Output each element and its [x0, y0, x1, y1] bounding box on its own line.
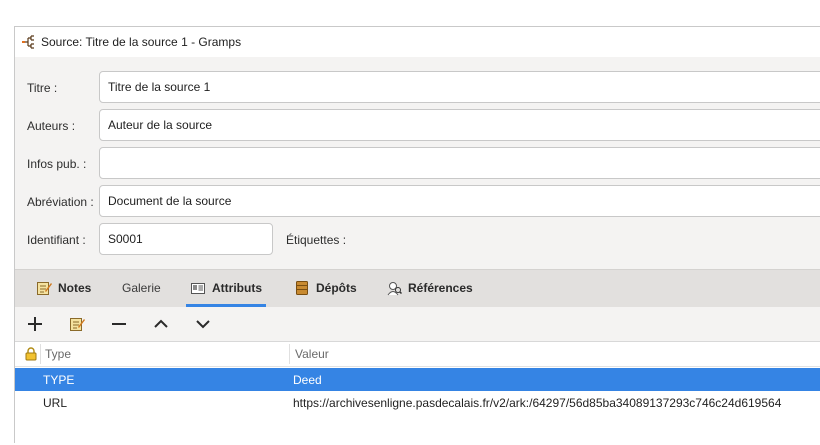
- id-field[interactable]: S0001: [99, 223, 273, 255]
- notes-icon: [36, 280, 52, 296]
- tags-label[interactable]: Étiquettes :: [286, 233, 346, 247]
- table-header: Type Valeur: [15, 342, 820, 367]
- row-type-cell: URL: [43, 395, 68, 410]
- abbrev-field[interactable]: Document de la source: [99, 185, 820, 217]
- table-row[interactable]: URL https://archivesenligne.pasdecalais.…: [15, 391, 820, 414]
- attributes-toolbar: [15, 307, 820, 341]
- gramps-app-icon: [22, 35, 36, 49]
- move-up-button[interactable]: [148, 311, 174, 337]
- table-row[interactable]: TYPE Deed: [15, 368, 820, 391]
- attributes-table: Type Valeur TYPE Deed URL https://archiv…: [15, 341, 820, 445]
- edit-icon: [70, 318, 85, 331]
- tab-bar: Notes Galerie Attributs Dépôts Référence…: [15, 269, 820, 307]
- private-column-header[interactable]: [24, 342, 38, 366]
- value-column-header[interactable]: Valeur: [295, 342, 329, 366]
- row-type-cell: TYPE: [43, 372, 75, 387]
- tab-references[interactable]: Références: [386, 270, 473, 306]
- column-separator: [289, 344, 290, 364]
- add-icon: [28, 317, 42, 331]
- references-icon: [386, 280, 402, 296]
- pubinfo-row: Infos pub. :: [15, 147, 820, 181]
- tab-notes[interactable]: Notes: [36, 270, 91, 306]
- title-label: Titre :: [27, 81, 58, 95]
- row-value-cell: https://archivesenligne.pasdecalais.fr/v…: [293, 395, 782, 410]
- tab-attributes-label: Attributs: [212, 281, 262, 295]
- id-row: Identifiant : S0001 Étiquettes :: [15, 223, 820, 257]
- type-column-header[interactable]: Type: [45, 342, 71, 366]
- add-button[interactable]: [22, 311, 48, 337]
- title-field[interactable]: Titre de la source 1: [99, 71, 820, 103]
- lock-icon: [25, 347, 37, 361]
- tab-notes-label: Notes: [58, 281, 92, 295]
- window-title: Source: Titre de la source 1 - Gramps: [41, 35, 242, 49]
- author-label: Auteurs :: [27, 119, 76, 133]
- titlebar: Source: Titre de la source 1 - Gramps: [15, 27, 820, 57]
- tab-repositories[interactable]: Dépôts: [294, 270, 357, 306]
- tab-gallery-label: Galerie: [122, 281, 161, 295]
- id-label: Identifiant :: [27, 233, 86, 247]
- pubinfo-field[interactable]: [99, 147, 820, 179]
- title-row: Titre : Titre de la source 1: [15, 71, 820, 105]
- repository-icon: [294, 280, 310, 296]
- arrow-up-icon: [154, 319, 168, 328]
- tab-gallery[interactable]: Galerie: [122, 270, 161, 306]
- attributes-icon: [190, 280, 206, 296]
- arrow-down-icon: [196, 320, 210, 329]
- tab-attributes[interactable]: Attributs: [186, 270, 266, 307]
- author-field[interactable]: Auteur de la source: [99, 109, 820, 141]
- pubinfo-label: Infos pub. :: [27, 157, 87, 171]
- source-editor-window: Source: Titre de la source 1 - Gramps Ti…: [14, 26, 820, 445]
- desktop-background: [0, 0, 820, 26]
- abbrev-label: Abréviation :: [27, 195, 94, 209]
- tab-repositories-label: Dépôts: [316, 281, 357, 295]
- remove-button[interactable]: [106, 311, 132, 337]
- abbrev-row: Abréviation : Document de la source: [15, 185, 820, 219]
- author-row: Auteurs : Auteur de la source: [15, 109, 820, 143]
- move-down-button[interactable]: [190, 311, 216, 337]
- remove-icon: [112, 323, 126, 325]
- row-value-cell: Deed: [293, 372, 322, 387]
- column-separator: [40, 344, 41, 364]
- edit-button[interactable]: [64, 311, 90, 337]
- tab-references-label: Références: [408, 281, 473, 295]
